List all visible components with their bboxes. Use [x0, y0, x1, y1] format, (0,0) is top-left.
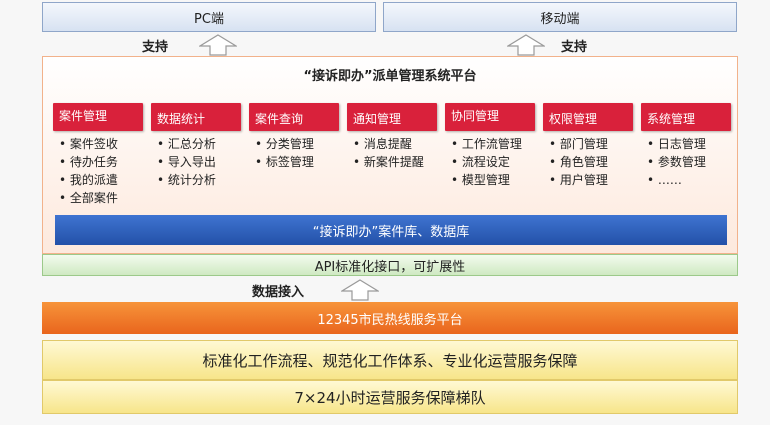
module-title: 系统管理: [641, 103, 731, 131]
module-system: 系统管理 日志管理 参数管理 ……: [641, 103, 731, 189]
mobile-client-box: 移动端: [383, 2, 737, 32]
dispatch-platform: “接诉即办”派单管理系统平台 案件管理 案件签收 待办任务 我的派遣 全部案件 …: [42, 56, 738, 254]
module-collaboration: 协同管理 工作流管理 流程设定 模型管理: [445, 103, 535, 189]
module-item: 统计分析: [157, 171, 241, 189]
service-team-bar: 7×24小时运营服务保障梯队: [42, 380, 738, 414]
module-case-management: 案件管理 案件签收 待办任务 我的派遣 全部案件: [53, 103, 143, 207]
platform-title: “接诉即办”派单管理系统平台: [303, 69, 477, 84]
module-item: 日志管理: [647, 135, 731, 153]
module-item: 新案件提醒: [353, 153, 437, 171]
module-data-statistics: 数据统计 汇总分析 导入导出 统计分析: [151, 103, 241, 189]
module-item: 我的派遣: [59, 171, 143, 189]
module-case-query: 案件查询 分类管理 标签管理: [249, 103, 339, 171]
support-label-right: 支持: [561, 40, 588, 55]
module-item: ……: [647, 171, 731, 189]
up-arrow-icon: [341, 279, 379, 301]
data-access-label: 数据接入: [252, 285, 305, 300]
module-item: 工作流管理: [451, 135, 535, 153]
module-title: 数据统计: [151, 103, 241, 131]
module-item: 模型管理: [451, 171, 535, 189]
module-item: 分类管理: [255, 135, 339, 153]
module-item: 用户管理: [549, 171, 633, 189]
module-notification: 通知管理 消息提醒 新案件提醒: [347, 103, 437, 171]
up-arrow-icon: [507, 34, 545, 56]
module-title: 权限管理: [543, 103, 633, 131]
module-item: 导入导出: [157, 153, 241, 171]
module-permission: 权限管理 部门管理 角色管理 用户管理: [543, 103, 633, 189]
module-title: 协同管理: [445, 103, 535, 131]
pc-client-box: PC端: [42, 2, 376, 32]
support-label-left: 支持: [142, 40, 169, 55]
up-arrow-icon: [199, 34, 237, 56]
hotline-platform-bar: 12345市民热线服务平台: [42, 302, 738, 334]
module-title: 案件查询: [249, 103, 339, 131]
api-interface-bar: API标准化接口，可扩展性: [42, 254, 738, 276]
module-item: 流程设定: [451, 153, 535, 171]
database-bar: “接诉即办”案件库、数据库: [55, 215, 727, 245]
module-item: 参数管理: [647, 153, 731, 171]
module-title: 案件管理: [53, 103, 143, 131]
standards-bar: 标准化工作流程、规范化工作体系、专业化运营服务保障: [42, 340, 738, 380]
module-item: 标签管理: [255, 153, 339, 171]
module-item: 部门管理: [549, 135, 633, 153]
module-item: 案件签收: [59, 135, 143, 153]
module-item: 消息提醒: [353, 135, 437, 153]
module-item: 全部案件: [59, 189, 143, 207]
module-title: 通知管理: [347, 103, 437, 131]
module-item: 待办任务: [59, 153, 143, 171]
module-item: 角色管理: [549, 153, 633, 171]
module-item: 汇总分析: [157, 135, 241, 153]
